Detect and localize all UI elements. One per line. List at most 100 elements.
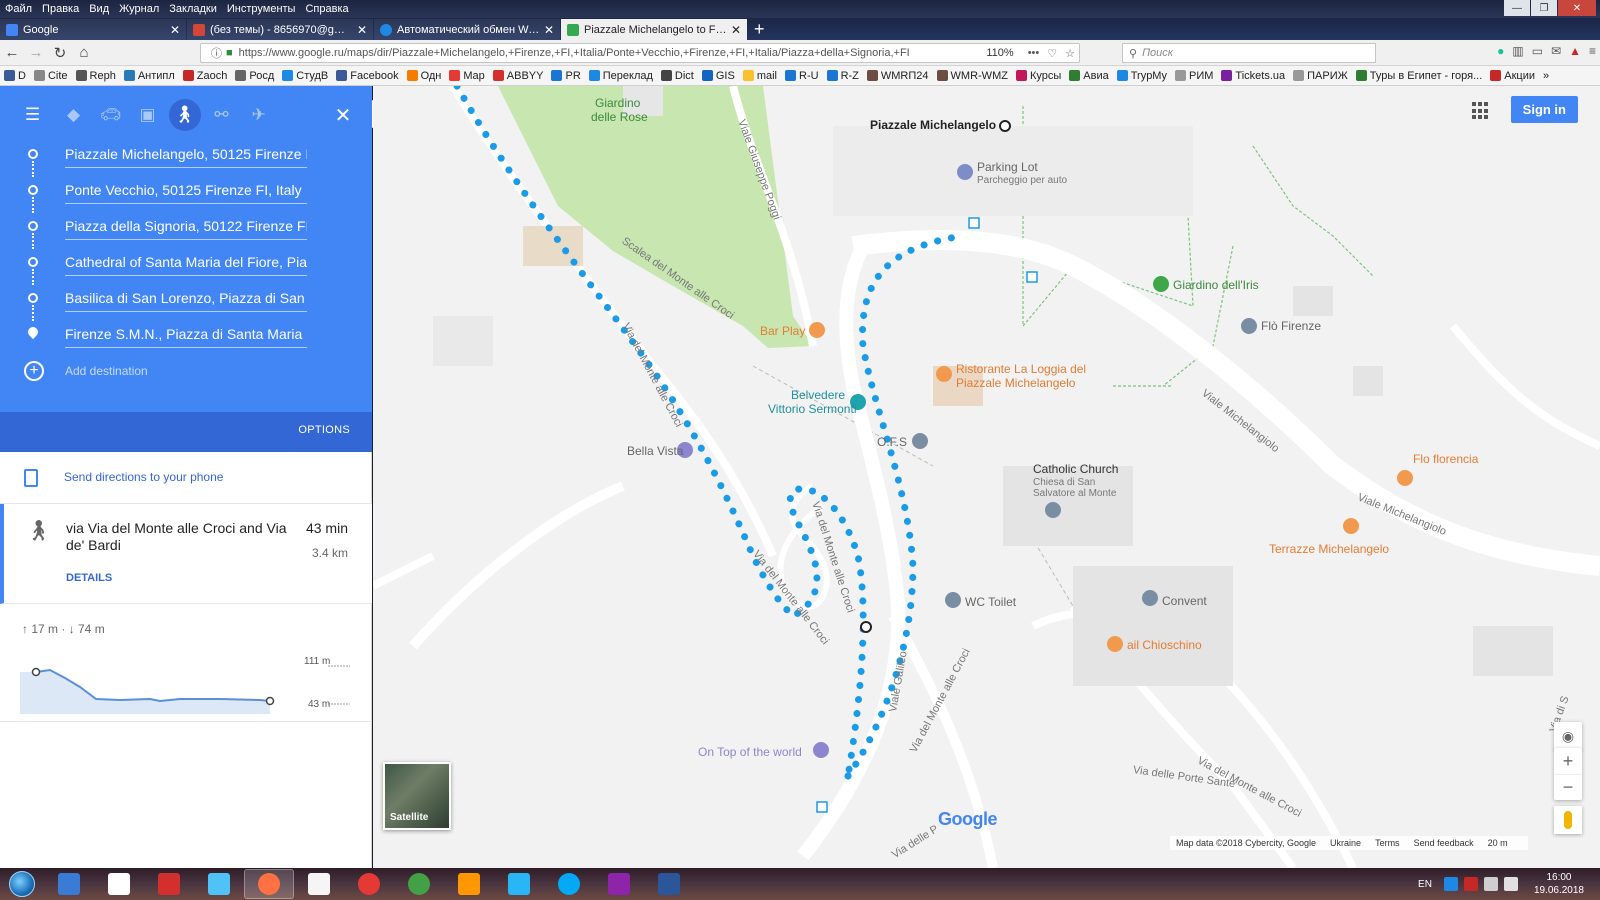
car-icon[interactable]: 🚗︎ bbox=[92, 100, 129, 130]
zoom-level[interactable]: 110% bbox=[976, 47, 1023, 59]
speaker-icon[interactable] bbox=[1483, 877, 1498, 891]
label-bar-play[interactable]: Bar Play bbox=[760, 324, 805, 338]
stop-input[interactable]: Cathedral of Santa Maria del Fiore, Piaz… bbox=[65, 248, 307, 276]
tab-maps[interactable]: Piazzale Michelangelo to Firen ✕ bbox=[561, 19, 747, 40]
close-directions-icon[interactable]: ✕ bbox=[328, 100, 358, 130]
antivirus-icon[interactable] bbox=[1463, 877, 1478, 891]
pegman-icon[interactable] bbox=[1554, 806, 1582, 834]
bookmark-item[interactable]: ABBYY bbox=[489, 70, 548, 82]
close-tab-icon[interactable]: ✕ bbox=[544, 23, 554, 37]
label-giardino-rose-2[interactable]: delle Rose bbox=[591, 110, 648, 124]
home-icon[interactable]: ⌂ bbox=[72, 42, 96, 64]
bicycle-icon[interactable]: ⚯ bbox=[203, 100, 240, 130]
grammarly-icon[interactable]: ● bbox=[1497, 44, 1504, 58]
bookmark-item[interactable]: WMRП24 bbox=[863, 70, 933, 82]
send-feedback-link[interactable]: Send feedback bbox=[1414, 838, 1474, 848]
close-tab-icon[interactable]: ✕ bbox=[170, 23, 180, 37]
bookmark-item[interactable]: Tickets.ua bbox=[1217, 70, 1289, 82]
details-button[interactable]: DETAILS bbox=[66, 572, 112, 584]
mail-icon[interactable]: ✉ bbox=[1551, 44, 1561, 58]
bookmark-item[interactable]: WMR-WMZ bbox=[933, 70, 1012, 82]
best-route-icon[interactable]: ◆ bbox=[55, 100, 92, 130]
tab-webmoney[interactable]: Автоматический обмен WebM ✕ bbox=[374, 19, 560, 40]
flight-icon[interactable]: ✈ bbox=[240, 100, 277, 130]
bookmark-item[interactable]: mail bbox=[739, 70, 781, 82]
google-apps-icon[interactable] bbox=[1472, 102, 1490, 120]
bookmark-item[interactable]: Cite bbox=[30, 70, 72, 82]
stop-input[interactable]: Firenze S.M.N., Piazza di Santa Maria No bbox=[65, 320, 307, 348]
forward-icon[interactable]: → bbox=[24, 42, 48, 64]
bookmark-item[interactable]: R-U bbox=[781, 70, 823, 82]
taskbar-font-tool-button[interactable] bbox=[294, 869, 344, 899]
taskbar-app-red-button[interactable] bbox=[144, 869, 194, 899]
sidebar-icon[interactable]: ▭ bbox=[1532, 44, 1543, 58]
taskbar-winrar-button[interactable] bbox=[594, 869, 644, 899]
send-to-phone-row[interactable]: Send directions to your phone bbox=[0, 452, 372, 504]
label-catholic-1[interactable]: Catholic Church bbox=[1033, 462, 1118, 476]
search-input[interactable]: ⚲ Поиск bbox=[1122, 43, 1376, 63]
label-belvedere-2[interactable]: Vittorio Sermonti bbox=[768, 402, 856, 416]
taskbar-skype-button[interactable] bbox=[544, 869, 594, 899]
zoom-in-button[interactable]: + bbox=[1554, 748, 1582, 774]
transit-icon[interactable]: ▣ bbox=[129, 100, 166, 130]
menu-history[interactable]: Журнал bbox=[114, 3, 164, 15]
bookmark-item[interactable]: Туры в Египет - горя... bbox=[1352, 70, 1486, 82]
label-on-top[interactable]: On Top of the world bbox=[698, 745, 802, 759]
ublock-icon[interactable]: ▲ bbox=[1569, 44, 1581, 58]
label-piazzale-michelangelo[interactable]: Piazzale Michelangelo bbox=[870, 118, 996, 132]
walking-icon[interactable]: 🚶︎ bbox=[166, 99, 203, 131]
hamburger-menu-icon[interactable]: ☰ bbox=[14, 100, 51, 130]
tab-gmail[interactable]: (без темы) - 8656970@gmail.c ✕ bbox=[187, 19, 373, 40]
bookmark-item[interactable]: D bbox=[0, 70, 30, 82]
bookmark-item[interactable]: GIS bbox=[698, 70, 739, 82]
stop-input[interactable]: Piazzale Michelangelo, 50125 Firenze FI bbox=[65, 140, 307, 168]
taskbar-file-button[interactable] bbox=[94, 869, 144, 899]
bookmark-item[interactable]: ПАРИЖ bbox=[1289, 70, 1352, 82]
taskbar-word-button[interactable] bbox=[644, 869, 694, 899]
menu-edit[interactable]: Правка bbox=[37, 3, 84, 15]
scale-label[interactable]: 20 m bbox=[1488, 838, 1508, 848]
bookmark-item[interactable]: РИМ bbox=[1171, 70, 1217, 82]
minimize-icon[interactable]: — bbox=[1504, 0, 1530, 16]
close-window-icon[interactable]: ✕ bbox=[1558, 0, 1596, 16]
network-icon[interactable] bbox=[1503, 877, 1518, 891]
label-giardino-rose-1[interactable]: Giardino bbox=[595, 96, 640, 110]
bookmark-item[interactable]: Reph bbox=[72, 70, 120, 82]
reload-icon[interactable]: ↻ bbox=[48, 42, 72, 64]
close-tab-icon[interactable]: ✕ bbox=[357, 23, 367, 37]
terms-link[interactable]: Terms bbox=[1375, 838, 1400, 848]
bookmark-item[interactable]: Курсы bbox=[1012, 70, 1065, 82]
taskbar-app-blue-button[interactable] bbox=[194, 869, 244, 899]
menu-tools[interactable]: Инструменты bbox=[222, 3, 301, 15]
taskbar-opera-button[interactable] bbox=[344, 869, 394, 899]
zoom-out-button[interactable]: − bbox=[1554, 774, 1582, 800]
bookmark-item[interactable]: Авиа bbox=[1065, 70, 1112, 82]
label-wc-toilet[interactable]: WC Toilet bbox=[965, 595, 1016, 609]
stop-input[interactable]: Basilica di San Lorenzo, Piazza di San L… bbox=[65, 284, 307, 312]
label-flo-firenze[interactable]: Flò Firenze bbox=[1261, 319, 1321, 333]
route-option[interactable]: 🚶︎ via Via del Monte alle Croci and Via … bbox=[0, 504, 372, 604]
options-button[interactable]: OPTIONS bbox=[298, 424, 350, 436]
label-parking-lot[interactable]: Parking Lot bbox=[977, 160, 1038, 174]
label-loggia-1[interactable]: Ristorante La Loggia del bbox=[956, 362, 1086, 376]
taskbar-vector-button[interactable] bbox=[494, 869, 544, 899]
menu-file[interactable]: Файл bbox=[0, 3, 37, 15]
taskbar-explorer-button[interactable] bbox=[44, 869, 94, 899]
map-canvas[interactable]: Piazzale Michelangelo Parking Lot Parche… bbox=[373, 86, 1600, 868]
language-indicator[interactable]: EN bbox=[1418, 879, 1432, 890]
bookmark-item[interactable]: Facebook bbox=[332, 70, 402, 82]
label-bella-vista[interactable]: Bella Vista bbox=[627, 444, 683, 458]
taskbar-firefox-button[interactable] bbox=[244, 869, 294, 899]
bookmark-item[interactable]: Переклад bbox=[585, 70, 657, 82]
back-icon[interactable]: ← bbox=[0, 42, 24, 64]
bookmark-item[interactable]: PR bbox=[547, 70, 584, 82]
label-belvedere-1[interactable]: Belvedere bbox=[791, 388, 845, 402]
library-icon[interactable]: ▥ bbox=[1512, 44, 1523, 58]
stop-input[interactable]: Ponte Vecchio, 50125 Firenze FI, Italy bbox=[65, 176, 307, 204]
stop-input[interactable]: Piazza della Signoria, 50122 Firenze FI,… bbox=[65, 212, 307, 240]
tab-google[interactable]: Google ✕ bbox=[0, 19, 186, 40]
label-giardino-iris[interactable]: Giardino dell'Iris bbox=[1173, 278, 1259, 292]
sign-in-button[interactable]: Sign in bbox=[1510, 96, 1578, 123]
bookmark-item[interactable]: Dict bbox=[657, 70, 698, 82]
region-link[interactable]: Ukraine bbox=[1330, 838, 1361, 848]
